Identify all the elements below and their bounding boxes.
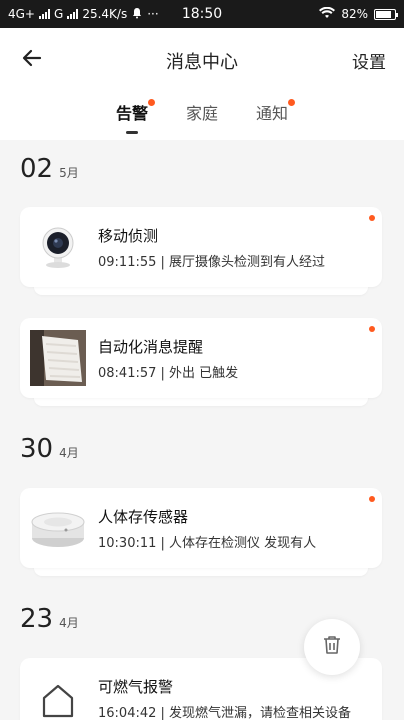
tab-notice[interactable]: 通知 bbox=[256, 99, 296, 130]
message-title: 移动侦测 bbox=[98, 227, 159, 245]
unread-dot bbox=[369, 326, 375, 332]
battery-icon bbox=[374, 8, 398, 20]
date-header: 23 4月 bbox=[20, 604, 79, 634]
unread-dot bbox=[369, 215, 375, 221]
unread-dot bbox=[147, 99, 155, 106]
signal-icon bbox=[39, 9, 50, 19]
network-speed: 25.4K/s bbox=[82, 7, 128, 21]
card-body[interactable]: 自动化消息提醒 08:41:57 | 外出 已触发 bbox=[20, 318, 382, 398]
message-card[interactable]: 移动侦测 09:11:55 | 展厅摄像头检测到有人经过 bbox=[20, 207, 382, 295]
date-header: 02 5月 bbox=[20, 154, 79, 184]
date-day: 23 bbox=[20, 604, 54, 634]
message-card[interactable]: 自动化消息提醒 08:41:57 | 外出 已触发 bbox=[20, 318, 382, 406]
status-bar: 4G+ G 25.4K/s ··· 18:50 82% bbox=[0, 0, 404, 28]
message-tabs: 告警 家庭 通知 bbox=[0, 90, 404, 140]
message-desc: 08:41:57 | 外出 已触发 bbox=[98, 366, 239, 381]
message-desc: 10:30:11 | 人体存在检测仪 发现有人 bbox=[98, 536, 317, 551]
status-right: 82% bbox=[319, 6, 398, 22]
tab-label: 通知 bbox=[256, 104, 289, 123]
message-title: 可燃气报警 bbox=[98, 678, 174, 696]
message-card[interactable]: 人体存传感器 10:30:11 | 人体存在检测仪 发现有人 bbox=[20, 488, 382, 576]
message-title: 人体存传感器 bbox=[98, 508, 189, 526]
presence-sensor-thumbnail bbox=[30, 500, 86, 556]
unread-dot bbox=[288, 99, 296, 106]
unread-dot bbox=[369, 496, 375, 502]
date-day: 02 bbox=[20, 154, 54, 184]
photo-thumbnail bbox=[30, 330, 86, 386]
page-title: 消息中心 bbox=[166, 52, 238, 73]
tab-label: 家庭 bbox=[185, 104, 218, 123]
message-desc: 09:11:55 | 展厅摄像头检测到有人经过 bbox=[98, 255, 326, 270]
message-desc: 16:04:42 | 发现燃气泄漏，请检查相关设备 bbox=[98, 706, 352, 720]
card-body[interactable]: 移动侦测 09:11:55 | 展厅摄像头检测到有人经过 bbox=[20, 207, 382, 287]
date-header: 30 4月 bbox=[20, 434, 79, 464]
settings-button[interactable]: 设置 bbox=[352, 48, 386, 73]
date-month: 4月 bbox=[59, 616, 79, 630]
battery-percent: 82% bbox=[341, 7, 368, 21]
delete-button[interactable] bbox=[304, 619, 360, 675]
home-icon bbox=[30, 670, 86, 720]
tab-label: 告警 bbox=[115, 104, 148, 123]
active-tab-indicator bbox=[125, 131, 138, 134]
wifi-icon bbox=[319, 6, 336, 22]
trash-icon bbox=[321, 634, 343, 660]
network-type: 4G+ bbox=[8, 7, 35, 21]
signal-icon-2 bbox=[67, 9, 79, 19]
date-month: 5月 bbox=[59, 166, 79, 180]
app-header: 消息中心 设置 bbox=[0, 28, 404, 90]
tab-alarm[interactable]: 告警 bbox=[115, 99, 155, 134]
date-day: 30 bbox=[20, 434, 54, 464]
tab-family[interactable]: 家庭 bbox=[186, 100, 218, 130]
date-month: 4月 bbox=[59, 446, 79, 460]
more-notifications: ··· bbox=[147, 7, 159, 21]
network-type-2: G bbox=[54, 7, 64, 21]
message-title: 自动化消息提醒 bbox=[98, 338, 204, 356]
camera-thumbnail bbox=[30, 219, 86, 275]
notification-bell-icon bbox=[131, 7, 143, 22]
card-body[interactable]: 人体存传感器 10:30:11 | 人体存在检测仪 发现有人 bbox=[20, 488, 382, 568]
status-left: 4G+ G 25.4K/s ··· bbox=[8, 7, 159, 22]
